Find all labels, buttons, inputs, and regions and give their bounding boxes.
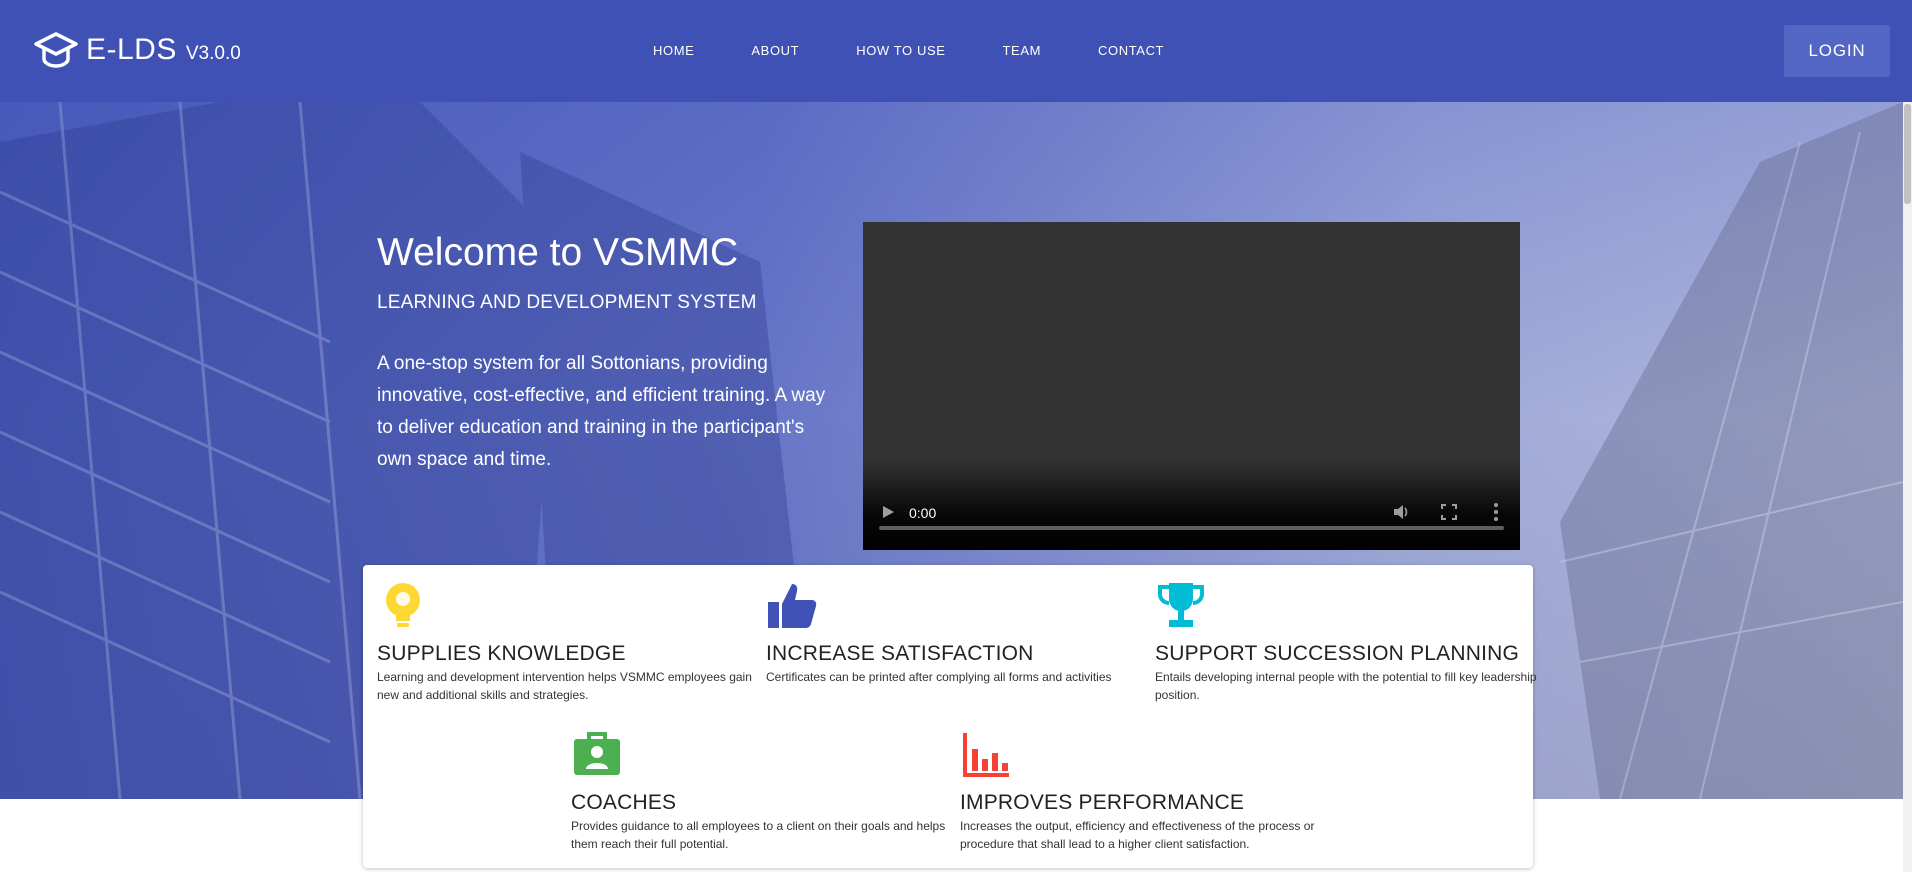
video-controls: 0:00: [863, 460, 1520, 550]
nav-how-to-use[interactable]: HOW TO USE: [856, 43, 945, 58]
feature-title: IMPROVES PERFORMANCE: [960, 791, 1245, 814]
feature-increase-satisfaction: INCREASE SATISFACTION Certificates can b…: [766, 580, 1156, 686]
brand-version: V3.0.0: [185, 43, 241, 64]
page-scrollbar-track[interactable]: [1903, 102, 1912, 872]
feature-title: INCREASE SATISFACTION: [766, 642, 1034, 665]
play-icon[interactable]: [881, 505, 895, 519]
nav-contact[interactable]: CONTACT: [1098, 43, 1164, 58]
hero-description: A one-stop system for all Sottonians, pr…: [377, 353, 826, 470]
feature-supplies-knowledge: SUPPLIES KNOWLEDGE Learning and developm…: [377, 580, 767, 704]
feature-description: Provides guidance to all employees to a …: [571, 819, 946, 851]
trophy-icon: [1158, 583, 1204, 627]
feature-title: SUPPLIES KNOWLEDGE: [377, 642, 626, 665]
bar-chart-icon: [963, 733, 1009, 777]
top-navbar: E-LDS V3.0.0 HOME ABOUT HOW TO USE TEAM …: [0, 0, 1912, 102]
feature-description: Entails developing internal people with …: [1155, 670, 1537, 702]
feature-improves-performance: IMPROVES PERFORMANCE Increases the outpu…: [960, 729, 1350, 853]
nav-team[interactable]: TEAM: [1003, 43, 1042, 58]
brand-name: E-LDS: [86, 33, 177, 66]
intro-video-player[interactable]: 0:00: [863, 222, 1520, 550]
thumbs-up-icon: [768, 584, 817, 628]
feature-description: Learning and development intervention he…: [377, 670, 752, 702]
features-card: SUPPLIES KNOWLEDGE Learning and developm…: [363, 565, 1537, 868]
lightbulb-icon: [386, 583, 420, 627]
hero-title: Welcome to VSMMC: [377, 231, 739, 274]
nav-about[interactable]: ABOUT: [751, 43, 799, 58]
login-button[interactable]: LOGIN: [1784, 25, 1890, 77]
feature-title: COACHES: [571, 791, 677, 814]
video-time: 0:00: [909, 505, 937, 521]
more-options-icon[interactable]: [1493, 502, 1499, 522]
page-scrollbar-thumb[interactable]: [1904, 104, 1911, 204]
graduation-cap-icon: [34, 32, 78, 68]
hero-copy: Welcome to VSMMC LEARNING AND DEVELOPMEN…: [377, 230, 837, 476]
briefcase-icon: [574, 732, 620, 775]
volume-icon[interactable]: [1393, 504, 1411, 520]
feature-coaches: COACHES Provides guidance to all employe…: [571, 729, 961, 853]
nav-home[interactable]: HOME: [653, 43, 694, 58]
brand[interactable]: E-LDS V3.0.0: [34, 28, 241, 72]
feature-description: Increases the output, efficiency and eff…: [960, 819, 1315, 851]
nav-links: HOME ABOUT HOW TO USE TEAM CONTACT: [653, 43, 1221, 58]
feature-support-succession-planning: SUPPORT SUCCESSION PLANNING Entails deve…: [1155, 580, 1545, 704]
fullscreen-icon[interactable]: [1441, 504, 1457, 520]
video-progress-bar[interactable]: [879, 526, 1504, 530]
hero-subtitle: LEARNING AND DEVELOPMENT SYSTEM: [377, 292, 757, 313]
feature-title: SUPPORT SUCCESSION PLANNING: [1155, 642, 1520, 665]
feature-description: Certificates can be printed after comply…: [766, 670, 1112, 684]
